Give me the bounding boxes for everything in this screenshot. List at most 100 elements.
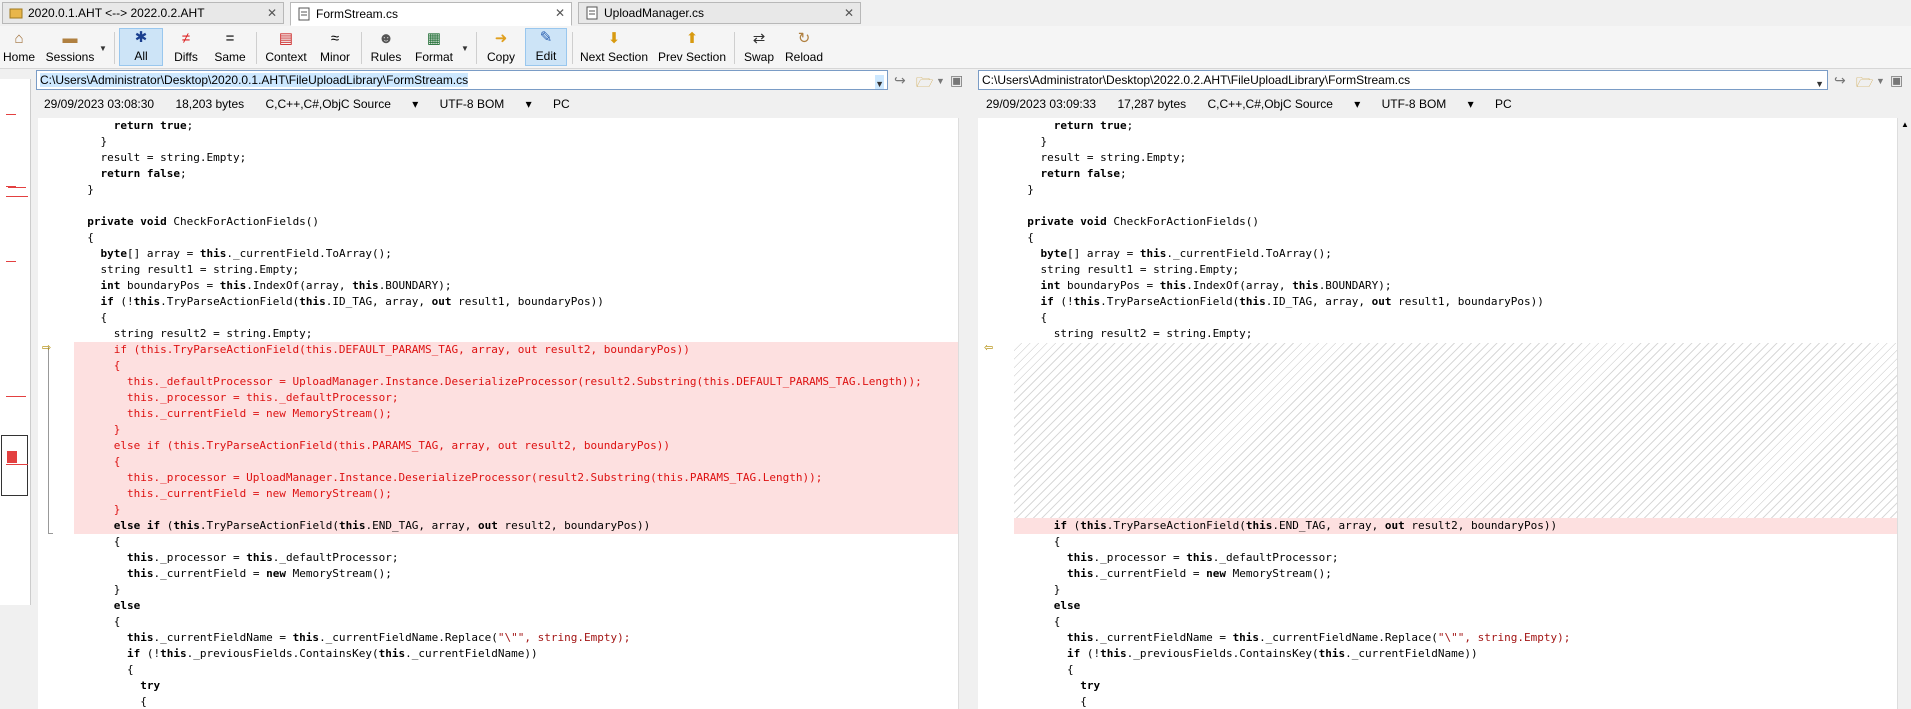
chevron-down-icon[interactable]: ▼ — [99, 44, 107, 53]
minor-button[interactable]: ≈ Minor — [314, 28, 356, 66]
next-file-icon[interactable]: ↪ — [894, 72, 906, 89]
edit-button[interactable]: ✎ Edit — [525, 28, 567, 66]
code-line: this._currentFieldName = this._currentFi… — [1066, 631, 1571, 644]
chevron-down-icon[interactable]: ▼ — [1876, 76, 1885, 86]
code-line: } — [74, 583, 121, 596]
eol-select[interactable]: PC — [1495, 97, 1512, 111]
diff-overview-thumbnail[interactable] — [0, 79, 31, 605]
open-folder-icon[interactable]: 🗁 — [916, 72, 933, 96]
scroll-up-icon[interactable]: ▲ — [1901, 120, 1909, 129]
open-folder-icon[interactable]: 🗁 — [1856, 72, 1873, 96]
chevron-down-icon[interactable]: ▼ — [461, 44, 469, 53]
tab-label: 2020.0.1.AHT <--> 2022.0.2.AHT — [28, 6, 205, 20]
code-line: } — [74, 422, 958, 438]
tab-formstream[interactable]: FormStream.cs ✕ — [290, 2, 572, 26]
arrow-down-icon: ⬇ — [607, 30, 621, 47]
code-line: { — [1014, 231, 1034, 244]
same-button[interactable]: = Same — [210, 28, 250, 66]
left-gutter — [38, 118, 74, 709]
code-line: { — [1014, 695, 1087, 708]
code-line: if (!this.TryParseActionField(this.ID_TA… — [1040, 295, 1544, 308]
format-select[interactable]: C,C++,C#,ObjC Source ▾ — [266, 97, 419, 111]
tab-label: FormStream.cs — [316, 7, 399, 21]
code-line: else — [1053, 599, 1081, 612]
code-line: if (!this.TryParseActionField(this.ID_TA… — [100, 295, 604, 308]
code-line: byte[] array = this._currentField.ToArra… — [1040, 247, 1332, 260]
eol-select[interactable]: PC — [553, 97, 570, 111]
file-compare-icon — [297, 7, 311, 21]
code-line: { — [1014, 311, 1048, 324]
reload-button[interactable]: ↻ Reload — [782, 28, 826, 66]
code-line: else if (this.TryParseActionField(this.P… — [74, 438, 958, 454]
format-button[interactable]: ▦ Format — [410, 28, 458, 66]
left-path-input[interactable]: C:\Users\Administrator\Desktop\2020.0.1.… — [36, 70, 888, 90]
format-select[interactable]: C,C++,C#,ObjC Source ▾ — [1208, 97, 1361, 111]
code-line: { — [74, 615, 121, 628]
next-file-icon[interactable]: ↪ — [1834, 72, 1846, 89]
swap-button[interactable]: ⇄ Swap — [740, 28, 778, 66]
referee-icon: ☻ — [378, 30, 394, 47]
asterisk-icon: ✱ — [134, 29, 148, 46]
viewport-indicator[interactable] — [1, 435, 28, 496]
encoding-select[interactable]: UTF-8 BOM ▾ — [1382, 97, 1474, 111]
copy-arrow-icon: ➜ — [494, 30, 508, 47]
prev-section-button[interactable]: ⬆ Prev Section — [656, 28, 728, 66]
copy-right-arrow-icon[interactable]: ⇨ — [42, 341, 51, 354]
encoding-select[interactable]: UTF-8 BOM ▾ — [440, 97, 532, 111]
code-line: { — [1014, 663, 1074, 676]
code-line: byte[] array = this._currentField.ToArra… — [100, 247, 392, 260]
chevron-down-icon[interactable]: ▼ — [875, 75, 884, 89]
code-line: string result1 = string.Empty; — [74, 263, 300, 276]
code-line: { — [74, 311, 108, 324]
code-line: this._processor = this._defaultProcessor… — [126, 551, 399, 564]
right-path-input[interactable]: C:\Users\Administrator\Desktop\2022.0.2.… — [978, 70, 1828, 90]
next-section-button[interactable]: ⬇ Next Section — [578, 28, 650, 66]
all-button[interactable]: ✱ All — [119, 28, 163, 66]
briefcase-icon: ▬ — [62, 30, 78, 47]
tab-uploadmanager[interactable]: UploadManager.cs ✕ — [578, 2, 861, 24]
arrow-up-icon: ⬆ — [685, 30, 699, 47]
close-icon[interactable]: ✕ — [844, 6, 854, 20]
chevron-down-icon[interactable]: ▼ — [1815, 75, 1824, 89]
code-line: if (!this._previousFields.ContainsKey(th… — [1066, 647, 1478, 660]
right-file-info: 29/09/2023 03:09:33 17,287 bytes C,C++,C… — [986, 95, 1530, 113]
code-line: this._currentField = new MemoryStream(); — [1066, 567, 1332, 580]
file-date: 29/09/2023 03:08:30 — [44, 97, 155, 111]
code-line: { — [74, 358, 958, 374]
equal-icon: = — [225, 30, 235, 47]
sessions-button[interactable]: ▬ Sessions — [42, 28, 98, 66]
right-scrollbar[interactable]: ▲ — [1897, 118, 1911, 709]
code-line: { — [1014, 615, 1061, 628]
rules-button[interactable]: ☻ Rules — [366, 28, 406, 66]
save-icon[interactable]: ▣ — [950, 72, 963, 89]
code-line: try — [1080, 679, 1101, 692]
chevron-down-icon[interactable]: ▼ — [936, 76, 945, 86]
save-icon[interactable]: ▣ — [1890, 72, 1903, 89]
code-line: private void CheckForActionFields() — [1027, 215, 1260, 228]
context-icon: ▤ — [278, 30, 294, 47]
code-line: { — [74, 454, 958, 470]
tab-folder-compare[interactable]: 2020.0.1.AHT <--> 2022.0.2.AHT ✕ — [2, 2, 284, 24]
folder-compare-icon — [9, 6, 23, 20]
code-line: this._currentField = new MemoryStream(); — [74, 406, 958, 422]
left-file-info: 29/09/2023 03:08:30 18,203 bytes C,C++,C… — [44, 95, 588, 113]
copy-left-arrow-icon[interactable]: ⇦ — [984, 341, 993, 354]
code-line: this._processor = UploadManager.Instance… — [74, 470, 958, 486]
swap-icon: ⇄ — [752, 30, 766, 47]
close-icon[interactable]: ✕ — [555, 6, 565, 20]
left-scrollbar[interactable] — [958, 118, 973, 709]
file-size: 17,287 bytes — [1117, 97, 1187, 111]
approx-icon: ≈ — [330, 30, 340, 47]
close-icon[interactable]: ✕ — [267, 6, 277, 20]
right-code: return true; } result = string.Empty; re… — [1014, 118, 1897, 709]
left-code-pane[interactable]: ⇨ return true; } result = string.Empty; … — [38, 118, 958, 709]
diffs-button[interactable]: ≠ Diffs — [166, 28, 206, 66]
code-line: } — [1014, 135, 1048, 148]
code-line: this._processor = this._defaultProcessor… — [74, 390, 958, 406]
copy-button[interactable]: ➜ Copy — [481, 28, 521, 66]
toolbar: ⌂ Home ▬ Sessions ▼ ✱ All ≠ Diffs = Same ▤ Con… — [0, 26, 1911, 69]
right-code-pane[interactable]: ⇦ return true; } result = string.Empty; … — [978, 118, 1897, 709]
home-button[interactable]: ⌂ Home — [2, 28, 36, 66]
context-button[interactable]: ▤ Context — [261, 28, 311, 66]
